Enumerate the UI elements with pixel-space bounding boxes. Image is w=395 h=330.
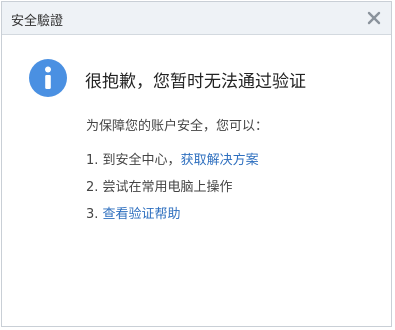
close-icon[interactable] — [363, 7, 385, 29]
list-item: 3. 查看验证帮助 — [86, 207, 259, 234]
list-item: 1. 到安全中心，获取解决方案 — [86, 153, 259, 180]
security-verification-dialog: 安全驗證 很抱歉，您暂时无法通过验证 为保障您的账户安全，您可以： 1. 到安全… — [1, 1, 392, 327]
info-icon — [29, 59, 67, 97]
get-solution-link[interactable]: 获取解决方案 — [181, 153, 259, 168]
error-heading: 很抱歉，您暂时无法通过验证 — [85, 72, 306, 92]
step-number: 2. — [86, 180, 99, 195]
verification-help-link[interactable]: 查看验证帮助 — [103, 207, 181, 222]
step-text: 尝试在常用电脑上操作 — [102, 180, 233, 195]
step-number: 1. — [86, 153, 99, 168]
suggestion-intro: 为保障您的账户安全，您可以： — [86, 119, 269, 134]
step-text: 到安全中心， — [102, 153, 181, 168]
dialog-title: 安全驗證 — [11, 14, 64, 29]
dialog-titlebar: 安全驗證 — [2, 2, 391, 35]
list-item: 2. 尝试在常用电脑上操作 — [86, 180, 259, 207]
suggestion-list: 1. 到安全中心，获取解决方案 2. 尝试在常用电脑上操作 3. 查看验证帮助 — [86, 153, 259, 234]
step-number: 3. — [86, 207, 99, 222]
close-button[interactable] — [363, 7, 385, 29]
